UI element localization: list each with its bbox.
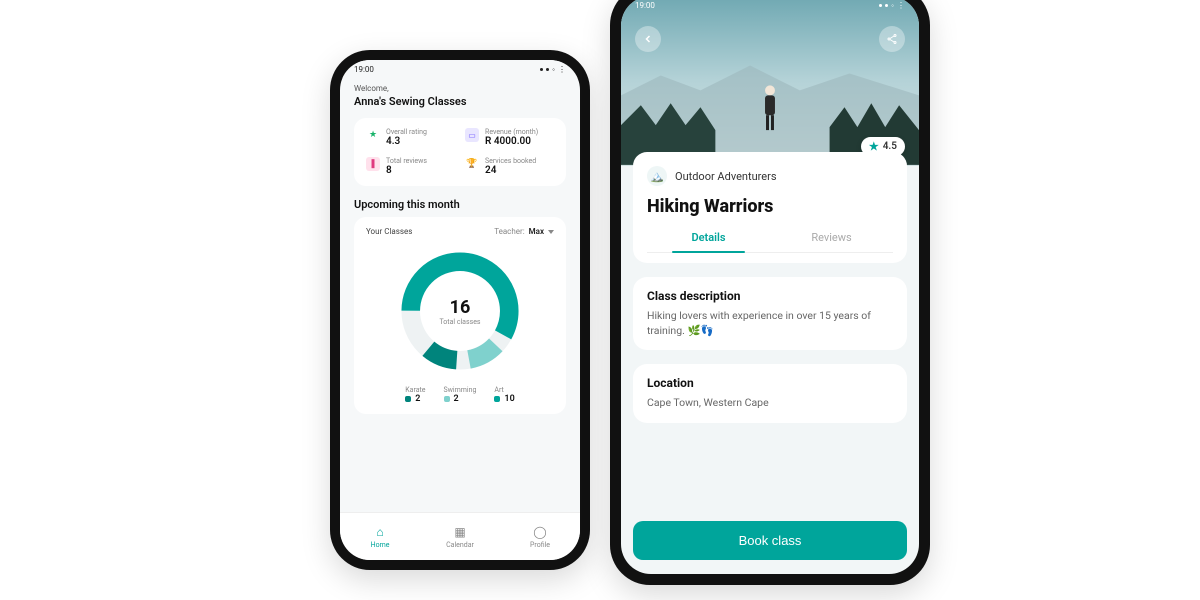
legend-item: Karate 2: [405, 386, 425, 404]
donut-total-label: Total classes: [439, 318, 480, 326]
classes-card-title: Your Classes: [366, 227, 412, 236]
trophy-icon: 🏆: [465, 157, 479, 171]
welcome-name: Anna's Sewing Classes: [354, 95, 566, 108]
chevron-down-icon: [548, 230, 554, 234]
legend-swatch: [494, 396, 500, 402]
card-icon: ▭: [465, 128, 479, 142]
organizer-row[interactable]: 🏔️ Outdoor Adventurers: [647, 166, 893, 186]
teacher-label: Teacher:: [494, 227, 524, 236]
nav-label: Profile: [530, 541, 550, 549]
stat-value: 24: [485, 165, 536, 176]
home-icon: ⌂: [376, 525, 383, 539]
document-icon: ❚: [366, 157, 380, 171]
tab-reviews[interactable]: Reviews: [770, 231, 893, 252]
legend-item: Swimming 2: [444, 386, 477, 404]
location-section: Location Cape Town, Western Cape: [633, 364, 907, 423]
back-button[interactable]: [635, 26, 661, 52]
nav-calendar[interactable]: ▦ Calendar: [420, 513, 500, 560]
location-heading: Location: [647, 376, 893, 390]
status-bar: 19:00 ◦⋮: [621, 0, 919, 14]
legend-label: Karate: [405, 386, 425, 394]
nav-label: Calendar: [446, 541, 474, 549]
teacher-value: Max: [529, 227, 544, 236]
rating-value: 4.5: [883, 141, 897, 152]
stat-label: Revenue (month): [485, 128, 538, 136]
profile-icon: ◯: [533, 525, 546, 539]
stat-booked: 🏆 Services booked 24: [465, 157, 554, 176]
status-time: 19:00: [635, 1, 655, 10]
stat-revenue: ▭ Revenue (month) R 4000.00: [465, 128, 554, 147]
upcoming-heading: Upcoming this month: [354, 198, 566, 211]
class-detail-card: 🏔️ Outdoor Adventurers Hiking Warriors D…: [633, 152, 907, 263]
stat-label: Services booked: [485, 157, 536, 165]
legend-value: 10: [504, 394, 514, 404]
welcome-label: Welcome,: [354, 84, 566, 93]
status-icons: ◦⋮: [879, 1, 905, 10]
detail-phone: 19:00 ◦⋮ ★ 4.5: [610, 0, 930, 585]
legend-value: 2: [415, 394, 420, 404]
bottom-nav: ⌂ Home ▦ Calendar ◯ Profile: [340, 512, 580, 560]
donut-legend: Karate 2 Swimming 2 Art 10: [366, 386, 554, 404]
description-heading: Class description: [647, 289, 893, 303]
stat-overall-rating: ★ Overall rating 4.3: [366, 128, 455, 147]
donut-total-value: 16: [450, 297, 471, 318]
description-section: Class description Hiking lovers with exp…: [633, 277, 907, 350]
stat-label: Overall rating: [386, 128, 427, 136]
tab-details[interactable]: Details: [647, 231, 770, 252]
star-icon: ★: [366, 128, 380, 142]
stat-value: 8: [386, 165, 427, 176]
status-bar: 19:00 ◦⋮: [340, 60, 580, 78]
class-title: Hiking Warriors: [647, 196, 893, 217]
book-class-button[interactable]: Book class: [633, 521, 907, 560]
stat-value: R 4000.00: [485, 136, 538, 147]
detail-tabs: Details Reviews: [647, 231, 893, 253]
nav-profile[interactable]: ◯ Profile: [500, 513, 580, 560]
stat-reviews: ❚ Total reviews 8: [366, 157, 455, 176]
classes-card: Your Classes Teacher: Max: [354, 217, 566, 414]
stat-label: Total reviews: [386, 157, 427, 165]
legend-item: Art 10: [494, 386, 514, 404]
calendar-icon: ▦: [454, 525, 465, 539]
nav-label: Home: [371, 541, 390, 549]
classes-donut-chart: 16 Total classes: [395, 246, 525, 376]
legend-value: 2: [454, 394, 459, 404]
organizer-name: Outdoor Adventurers: [675, 170, 777, 183]
status-icons: ◦⋮: [540, 65, 566, 74]
dashboard-phone: 19:00 ◦⋮ Welcome, Anna's Sewing Classes …: [330, 50, 590, 570]
hero-image: 19:00 ◦⋮ ★ 4.5: [621, 0, 919, 166]
location-text: Cape Town, Western Cape: [647, 396, 893, 411]
legend-label: Swimming: [444, 386, 477, 394]
stats-card: ★ Overall rating 4.3 ▭ Revenue (month) R…: [354, 118, 566, 186]
status-time: 19:00: [354, 65, 374, 74]
arrow-left-icon: [642, 33, 654, 45]
legend-swatch: [405, 396, 411, 402]
legend-swatch: [444, 396, 450, 402]
legend-label: Art: [494, 386, 514, 394]
description-text: Hiking lovers with experience in over 15…: [647, 309, 893, 338]
stat-value: 4.3: [386, 136, 427, 147]
organizer-logo-icon: 🏔️: [647, 166, 667, 186]
share-button[interactable]: [879, 26, 905, 52]
share-icon: [886, 33, 898, 45]
nav-home[interactable]: ⌂ Home: [340, 513, 420, 560]
teacher-selector[interactable]: Teacher: Max: [494, 227, 554, 236]
